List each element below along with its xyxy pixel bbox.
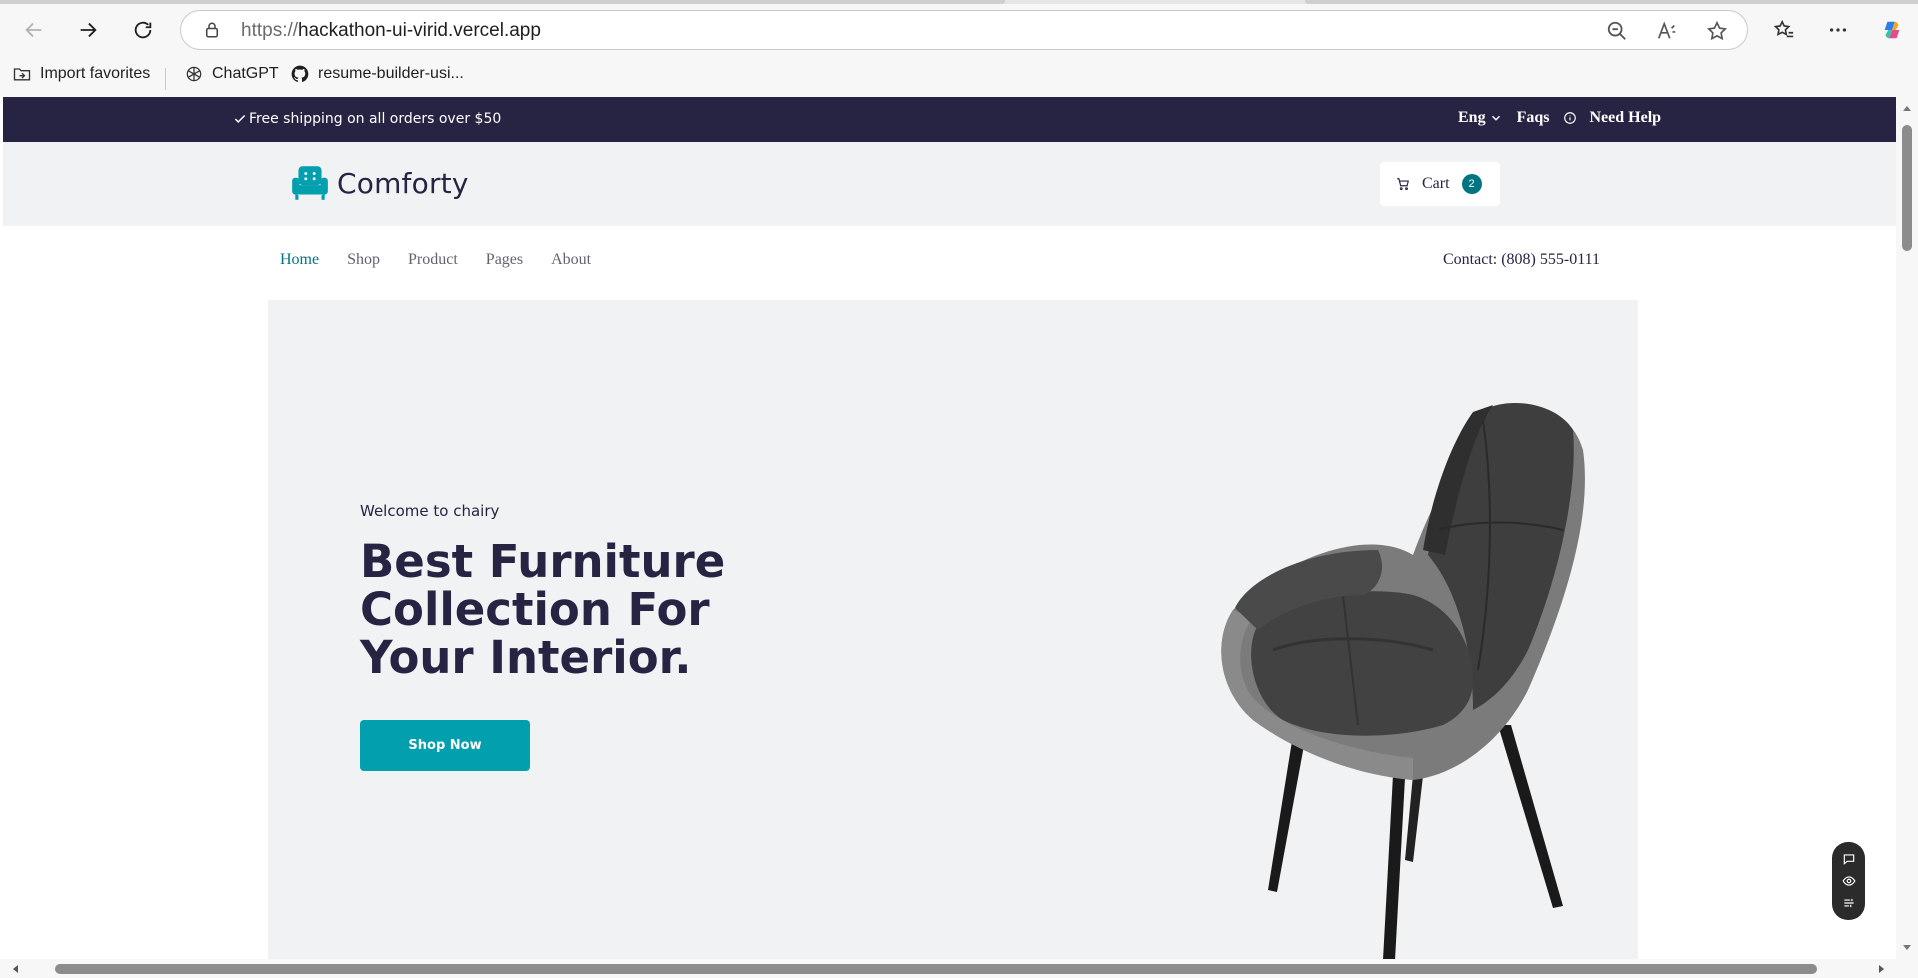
nav-link-pages[interactable]: Pages [486,251,523,269]
site-header: Comforty Cart 2 [3,142,1896,226]
copilot-button[interactable] [1874,12,1910,48]
bookmark-resume-builder[interactable]: resume-builder-usi... [290,64,464,84]
contact-phone: Contact: (808) 555-0111 [1443,251,1601,268]
eye-icon[interactable] [1841,874,1856,888]
bookmark-separator [165,68,166,90]
floating-toolbar [1832,842,1865,920]
scroll-right-icon[interactable] [1875,963,1887,975]
cart-count-badge: 2 [1461,174,1482,194]
need-help-link[interactable]: Need Help [1563,109,1661,127]
bookmark-import-favorites[interactable]: Import favorites [12,64,150,84]
horizontal-scroll-thumb[interactable] [55,964,1817,974]
url-text[interactable]: https://hackathon-ui-virid.vercel.app [241,20,541,42]
nav-link-home[interactable]: Home [280,251,319,269]
refresh-icon [134,21,152,39]
bookmark-chatgpt[interactable]: ChatGPT [184,64,279,84]
nav-link-product[interactable]: Product [408,251,458,269]
settings-sliders-icon[interactable] [1842,896,1856,910]
chevron-down-icon [1491,115,1500,121]
url-host: hackathon-ui-virid.vercel.app [298,20,541,41]
logo-text: Comforty [337,166,469,200]
vertical-scroll-thumb[interactable] [1902,125,1912,251]
back-button[interactable] [16,12,52,48]
lock-icon [206,22,218,38]
vertical-scrollbar[interactable] [1896,97,1918,959]
promo-links: Eng Faqs Need Help [1458,109,1661,127]
arrow-right-icon [80,22,97,38]
armchair-logo-icon [292,166,328,200]
nav-link-about[interactable]: About [551,251,591,269]
check-icon [234,114,246,123]
favorites-button[interactable] [1766,12,1802,48]
copilot-icon [1884,21,1900,39]
info-icon [1564,112,1577,124]
faqs-link[interactable]: Faqs [1517,109,1550,127]
shop-now-button[interactable]: Shop Now [360,720,530,771]
language-label: Eng [1458,109,1486,126]
address-bar[interactable]: https://hackathon-ui-virid.vercel.app [180,10,1748,50]
hero-title: Best Furniture Collection For Your Inter… [360,535,726,684]
bookmarks-bar: Import favorites ChatGPT resume-builder-… [0,58,1918,92]
bookmark-label: ChatGPT [212,65,279,82]
scroll-down-icon[interactable] [1901,941,1913,953]
page-viewport: Free shipping on all orders over $50 Eng… [3,97,1896,959]
cart-icon [1397,178,1409,191]
favorites-list-icon [1773,19,1794,38]
cart-button[interactable]: Cart 2 [1380,162,1500,206]
scroll-left-icon[interactable] [10,963,22,975]
free-shipping-notice: Free shipping on all orders over $50 [233,111,501,127]
more-dots-icon [1829,28,1847,32]
hero-banner: Welcome to chairy Best Furniture Collect… [268,300,1638,959]
more-menu-button[interactable] [1820,12,1856,48]
forward-button[interactable] [70,12,106,48]
language-selector[interactable]: Eng [1458,109,1503,127]
scroll-up-icon[interactable] [1901,103,1913,115]
read-aloud-icon[interactable] [1656,20,1678,42]
folder-import-icon [13,68,31,81]
zoom-out-icon[interactable] [1606,20,1628,42]
site-logo[interactable]: Comforty [289,162,469,204]
favorite-star-icon[interactable] [1706,20,1728,42]
chatgpt-icon [186,66,202,82]
tab-strip [0,0,1918,4]
horizontal-scrollbar[interactable] [0,959,1918,978]
arrow-left-icon [25,22,42,38]
bookmark-label: resume-builder-usi... [318,65,464,82]
hero-subtitle: Welcome to chairy [360,502,500,520]
bookmark-label: Import favorites [40,65,151,82]
nav-links: Home Shop Product Pages About [280,251,591,269]
free-shipping-text: Free shipping on all orders over $50 [249,111,502,127]
refresh-button[interactable] [125,12,161,48]
cart-label: Cart [1422,175,1450,192]
chat-bubble-icon[interactable] [1842,852,1856,866]
need-help-label: Need Help [1589,109,1662,126]
armchair-product-image [1221,402,1585,959]
nav-link-shop[interactable]: Shop [347,251,380,269]
github-icon [291,65,309,82]
url-protocol: https:// [241,20,299,41]
browser-toolbar: https://hackathon-ui-virid.vercel.app Im… [0,0,1918,97]
main-navigation: Home Shop Product Pages About Contact: (… [3,226,1896,300]
promo-bar: Free shipping on all orders over $50 Eng… [3,97,1896,142]
